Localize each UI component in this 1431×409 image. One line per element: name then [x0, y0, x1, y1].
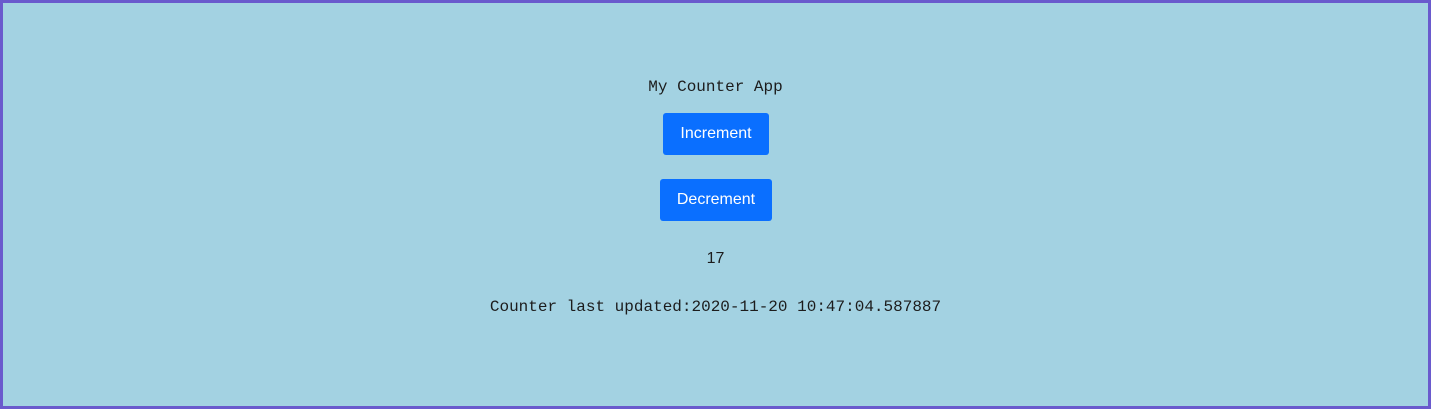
counter-value: 17: [706, 250, 725, 267]
last-updated-text: Counter last updated:2020-11-20 10:47:04…: [489, 298, 942, 316]
increment-button[interactable]: Increment: [663, 113, 769, 155]
decrement-button[interactable]: Decrement: [660, 179, 772, 221]
app-content: My Counter App Increment Decrement 17 Co…: [3, 3, 1428, 406]
app-title: My Counter App: [648, 78, 783, 96]
app-frame: My Counter App Increment Decrement 17 Co…: [0, 0, 1431, 409]
